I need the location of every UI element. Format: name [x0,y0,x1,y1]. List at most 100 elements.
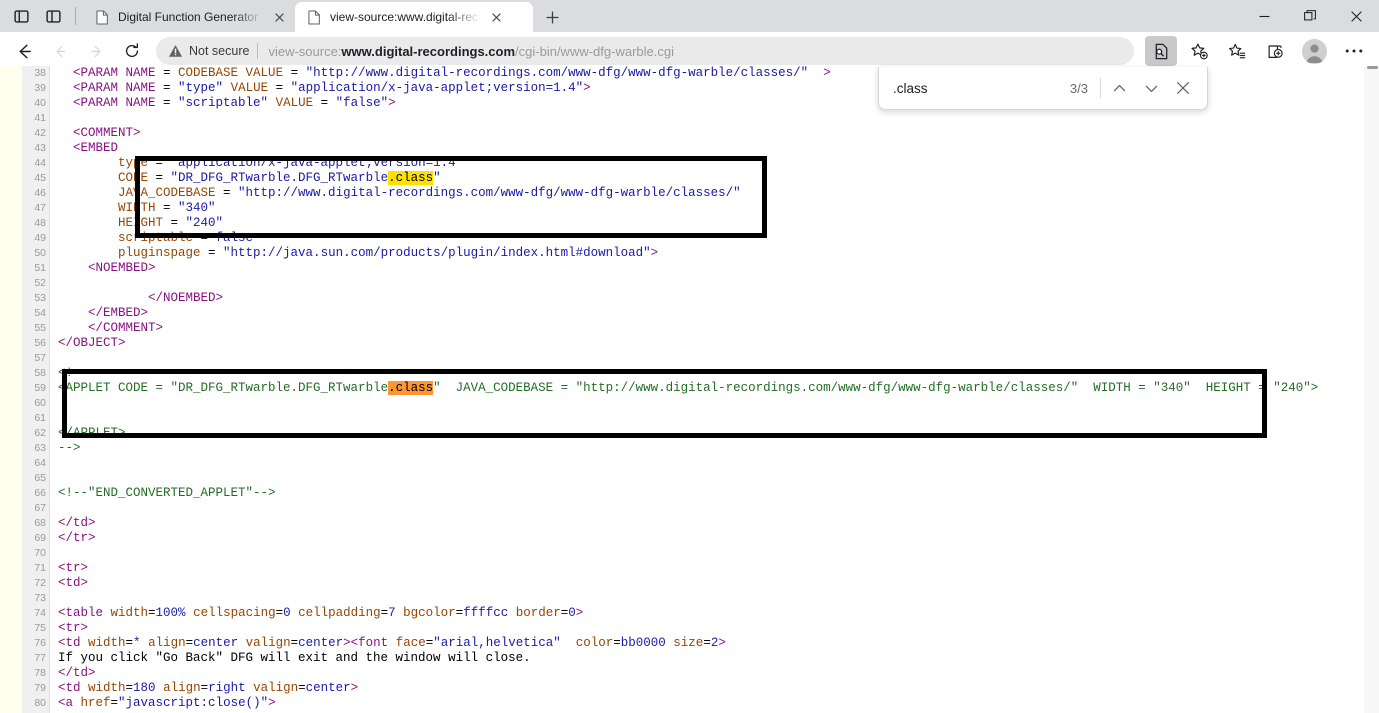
page-file-icon [306,9,322,25]
line-number: 42 [22,126,46,141]
tab-list: Digital Function Generator view-source:w… [83,0,567,32]
line-number: 44 [22,156,46,171]
find-previous-icon[interactable] [1103,73,1135,103]
code-line: 66<!--"END_CONVERTED_APPLET"--> [0,486,1379,501]
tab-view-source[interactable]: view-source:www.digital-recordi [295,2,533,32]
line-content: <PARAM NAME = "scriptable" VALUE = "fals… [58,96,396,111]
forward-button[interactable] [80,35,112,67]
code-line: 44 type = "application/x-java-applet;ver… [0,156,1379,171]
url-text: view-source:www.digital-recordings.com/c… [268,44,674,59]
profile-avatar[interactable] [1302,39,1327,64]
line-number: 49 [22,231,46,246]
code-line: 79<td width=180 align=right valign=cente… [0,681,1379,696]
code-line: 68</td> [0,516,1379,531]
find-input[interactable] [893,81,1060,96]
code-line: 61 [0,411,1379,426]
line-content: <td width=* align=center valign=center><… [58,636,726,651]
line-number: 78 [22,666,46,681]
code-line: 46 JAVA_CODEBASE = "http://www.digital-r… [0,186,1379,201]
code-line: 78</td> [0,666,1379,681]
code-line: 54 </EMBED> [0,306,1379,321]
line-number: 74 [22,606,46,621]
code-line: 71<tr> [0,561,1379,576]
toolbar-icons [1142,36,1373,66]
close-button[interactable] [1333,0,1379,32]
code-line: 73 [0,591,1379,606]
add-favorite-icon[interactable] [1183,36,1215,66]
code-line: 57 [0,351,1379,366]
code-line: 75 <tr> [0,621,1379,636]
line-content: <PARAM NAME = "type" VALUE = "applicatio… [58,81,591,96]
line-content: <!-- [58,366,88,381]
tab-strip-left-controls [0,0,83,32]
line-number: 80 [22,696,46,711]
code-line: 53 </NOEMBED> [0,291,1379,306]
address-bar[interactable]: Not secure view-source:www.digital-recor… [156,37,1134,65]
scrollbar-thumb[interactable] [1367,66,1378,69]
tab-close-icon[interactable] [269,7,289,27]
line-content: JAVA_CODEBASE = "http://www.digital-reco… [58,186,741,201]
line-content: </OBJECT> [58,336,126,351]
line-content: pluginspage = "http://java.sun.com/produ… [58,246,658,261]
code-line: 64 [0,456,1379,471]
line-number: 76 [22,636,46,651]
tab-search-icon[interactable] [6,3,36,29]
warning-triangle-icon [168,44,183,58]
refresh-button[interactable] [116,35,148,67]
back-button[interactable] [8,35,40,67]
code-line: 49 scriptable = false [0,231,1379,246]
favorites-icon[interactable] [1221,36,1253,66]
code-line: 70 [0,546,1379,561]
tab-actions-icon[interactable] [38,3,68,29]
url-prefix: view-source: [268,44,341,59]
security-indicator[interactable]: Not secure [168,44,257,58]
line-content: --> [58,441,81,456]
minimize-button[interactable] [1241,0,1287,32]
line-content: <td> [58,576,88,591]
find-close-icon[interactable] [1167,73,1199,103]
code-line: 80 <a href="javascript:close()"> [0,696,1379,711]
line-content: <!--"END_CONVERTED_APPLET"--> [58,486,276,501]
code-line: 45 CODE = "DR_DFG_RTwarble.DFG_RTwarble.… [0,171,1379,186]
tab-close-icon[interactable] [486,7,506,27]
collections-icon[interactable] [1259,36,1291,66]
code-line: 63--> [0,441,1379,456]
code-line: 48 HEIGHT = "240" [0,216,1379,231]
search-match: .class [388,171,433,185]
new-tab-button[interactable] [537,3,567,31]
line-number: 75 [22,621,46,636]
tab-strip: Digital Function Generator view-source:w… [0,0,1379,32]
security-label: Not secure [189,44,249,58]
line-number: 56 [22,336,46,351]
line-number: 62 [22,426,46,441]
line-number: 50 [22,246,46,261]
line-content: </EMBED> [58,306,148,321]
vertical-scrollbar[interactable] [1364,66,1379,713]
code-line: 58<!-- [0,366,1379,381]
settings-and-more-icon[interactable] [1338,36,1370,66]
find-on-page-icon[interactable] [1145,36,1177,66]
find-bar-divider [1100,78,1101,98]
line-content: <a href="javascript:close()"> [58,696,276,711]
line-content: <PARAM NAME = CODEBASE VALUE = "http://w… [58,66,831,81]
line-number: 72 [22,576,46,591]
line-content: type = "application/x-java-applet;versio… [58,156,463,171]
code-line: 74<table width=100% cellspacing=0 cellpa… [0,606,1379,621]
line-content: CODE = "DR_DFG_RTwarble.DFG_RTwarble.cla… [58,171,441,186]
find-next-icon[interactable] [1135,73,1167,103]
line-content: <tr> [58,621,88,636]
line-number: 70 [22,546,46,561]
code-line: 47 WIDTH = "340" [0,201,1379,216]
tab-digital-function-generator[interactable]: Digital Function Generator [83,2,295,32]
line-number: 41 [22,111,46,126]
line-number: 45 [22,171,46,186]
tab-strip-divider [75,7,76,25]
restore-button[interactable] [1287,0,1333,32]
line-content: <APPLET CODE = "DR_DFG_RTwarble.DFG_RTwa… [58,381,1318,396]
code-line: 42 <COMMENT> [0,126,1379,141]
line-number: 61 [22,411,46,426]
source-code[interactable]: 38 <PARAM NAME = CODEBASE VALUE = "http:… [0,66,1379,713]
line-content: WIDTH = "340" [58,201,216,216]
line-number: 47 [22,201,46,216]
line-number: 69 [22,531,46,546]
